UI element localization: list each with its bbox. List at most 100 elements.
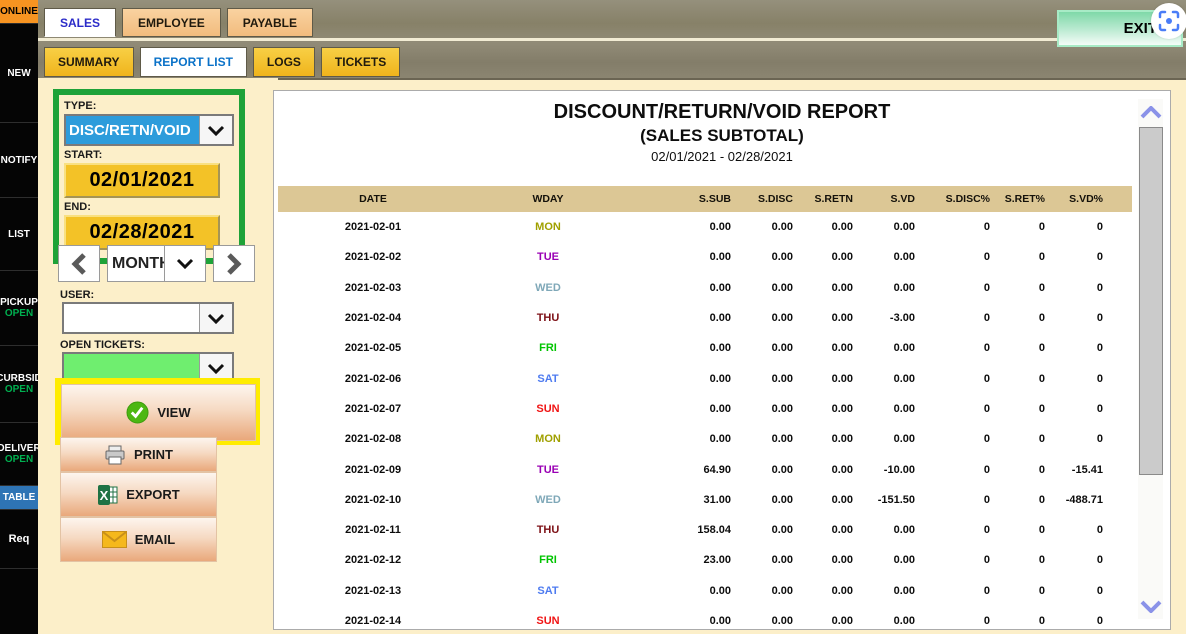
- report-subtitle: (SALES SUBTOTAL): [640, 126, 804, 145]
- chevron-down-icon: [1140, 600, 1161, 613]
- column-header-s-retn: S.RETN: [814, 193, 853, 205]
- sidebar-item-list[interactable]: LIST: [0, 198, 38, 271]
- value-cell: 0: [1038, 221, 1045, 234]
- weekday-cell: SUN: [536, 615, 560, 627]
- subtab-report-list[interactable]: REPORT LIST: [139, 47, 247, 77]
- view-label: VIEW: [157, 405, 191, 420]
- sidebar-item-status: OPEN: [4, 308, 34, 319]
- value-cell: 0: [983, 312, 990, 325]
- date-cell: 2021-02-02: [344, 251, 402, 264]
- value-cell: 0.00: [771, 221, 793, 234]
- column-header-s-vd: S.VD: [890, 193, 915, 205]
- focus-target-icon: [1151, 3, 1186, 39]
- value-cell: 0: [1038, 281, 1045, 294]
- prev-period-button[interactable]: [58, 245, 100, 282]
- sidebar-item-req[interactable]: Req: [0, 510, 38, 569]
- value-cell: 0.00: [893, 554, 915, 567]
- value-cell: 0: [1096, 251, 1103, 264]
- excel-icon: X: [98, 484, 118, 505]
- sidebar-item-new[interactable]: NEW: [0, 24, 38, 123]
- table-row: 2021-02-14 SUN 0.00 0.00 0.00 0.00 0 0 0: [278, 606, 1132, 629]
- date-filter-group: TYPE: DISC/RETN/VOID START: 02/01/2021 E…: [53, 89, 245, 264]
- export-label: EXPORT: [126, 487, 180, 502]
- table-row: 2021-02-08 MON 0.00 0.00 0.00 0.00 0 0 0: [278, 424, 1132, 454]
- value-cell: 0: [1038, 554, 1045, 567]
- export-button[interactable]: X EXPORT: [60, 472, 217, 517]
- subtab-logs[interactable]: LOGS: [252, 47, 315, 77]
- value-cell: 0.00: [893, 433, 915, 446]
- sidebar-item-curbsid[interactable]: CURBSIDOPEN: [0, 346, 38, 423]
- value-cell: 0: [983, 554, 990, 567]
- value-cell: 0: [983, 342, 990, 355]
- value-cell: 0.00: [831, 342, 853, 355]
- scrollbar-thumb[interactable]: [1139, 127, 1163, 475]
- value-cell: 0: [1038, 493, 1045, 506]
- tab-sales[interactable]: SALES: [44, 8, 117, 37]
- envelope-icon: [101, 531, 127, 548]
- view-button[interactable]: VIEW: [61, 384, 256, 441]
- period-select[interactable]: MONTH: [107, 245, 206, 282]
- value-cell: 0: [1038, 584, 1045, 597]
- date-cell: 2021-02-08: [344, 433, 402, 446]
- sidebar-item-label: LIST: [8, 228, 30, 240]
- subtab-tickets[interactable]: TICKETS: [320, 47, 401, 77]
- value-cell: 0: [983, 372, 990, 385]
- tab-payable[interactable]: PAYABLE: [226, 8, 313, 37]
- date-cell: 2021-02-04: [344, 312, 402, 325]
- date-cell: 2021-02-10: [344, 493, 402, 506]
- value-cell: 0: [1096, 221, 1103, 234]
- value-cell: 0.00: [831, 615, 853, 627]
- vertical-scrollbar[interactable]: [1138, 99, 1163, 619]
- next-period-button[interactable]: [213, 245, 255, 282]
- value-cell: 0.00: [831, 554, 853, 567]
- value-cell: -3.00: [889, 312, 915, 325]
- value-cell: 0: [983, 584, 990, 597]
- weekday-cell: MON: [535, 221, 561, 234]
- scroll-down-button[interactable]: [1138, 593, 1163, 619]
- date-cell: 2021-02-09: [344, 463, 402, 476]
- value-cell: 0.00: [771, 433, 793, 446]
- table-row: 2021-02-04 THU 0.00 0.00 0.00 -3.00 0 0 0: [278, 303, 1132, 333]
- sidebar-item-table[interactable]: TABLE: [0, 486, 38, 510]
- subtab-summary[interactable]: SUMMARY: [44, 47, 134, 77]
- email-button[interactable]: EMAIL: [60, 517, 217, 562]
- start-label: START:: [64, 149, 103, 161]
- table-row: 2021-02-03 WED 0.00 0.00 0.00 0.00 0 0 0: [278, 273, 1132, 303]
- value-cell: 0: [1096, 554, 1103, 567]
- sidebar-item-notify[interactable]: NOTIFY: [0, 123, 38, 198]
- date-cell: 2021-02-13: [344, 584, 402, 597]
- sidebar-item-pickup[interactable]: PICKUP OPEN: [0, 271, 38, 346]
- date-cell: 2021-02-12: [344, 554, 402, 567]
- value-cell: 0.00: [709, 372, 731, 385]
- value-cell: 0.00: [771, 493, 793, 506]
- column-header-s-ret-: S.RET%: [1004, 193, 1045, 205]
- value-cell: 0.00: [893, 584, 915, 597]
- value-cell: 0: [1038, 312, 1045, 325]
- scroll-up-button[interactable]: [1138, 99, 1163, 125]
- table-row: 2021-02-10 WED 31.00 0.00 0.00 -151.50 0 0 -488.…: [278, 485, 1132, 515]
- value-cell: 0: [983, 221, 990, 234]
- value-cell: 0.00: [709, 251, 731, 264]
- value-cell: 0.00: [771, 463, 793, 476]
- exit-button[interactable]: EXIT: [1057, 3, 1186, 47]
- chevron-down-icon: [199, 116, 232, 144]
- value-cell: 0.00: [893, 524, 915, 537]
- value-cell: 0: [1096, 402, 1103, 415]
- value-cell: 0.00: [831, 221, 853, 234]
- user-select[interactable]: [62, 302, 234, 334]
- sidebar-item-online[interactable]: ONLINE: [0, 0, 38, 24]
- chevron-right-icon: [227, 252, 242, 275]
- print-button[interactable]: PRINT: [60, 437, 217, 472]
- start-date-button[interactable]: 02/01/2021: [64, 163, 220, 198]
- table-body: 2021-02-01 MON 0.00 0.00 0.00 0.00 0 0 0 2021-02-…: [278, 212, 1132, 629]
- sidebar-item-deliver[interactable]: DELIVEROPEN: [0, 423, 38, 486]
- column-header-s-disc: S.DISC: [757, 193, 793, 205]
- value-cell: 0: [1096, 281, 1103, 294]
- tab-employee[interactable]: EMPLOYEE: [122, 8, 221, 37]
- report-type-select[interactable]: DISC/RETN/VOID: [64, 114, 234, 146]
- period-value: MONTH: [112, 254, 164, 272]
- print-label: PRINT: [134, 447, 173, 462]
- value-cell: 0.00: [771, 524, 793, 537]
- value-cell: 0: [1038, 342, 1045, 355]
- value-cell: 0.00: [771, 372, 793, 385]
